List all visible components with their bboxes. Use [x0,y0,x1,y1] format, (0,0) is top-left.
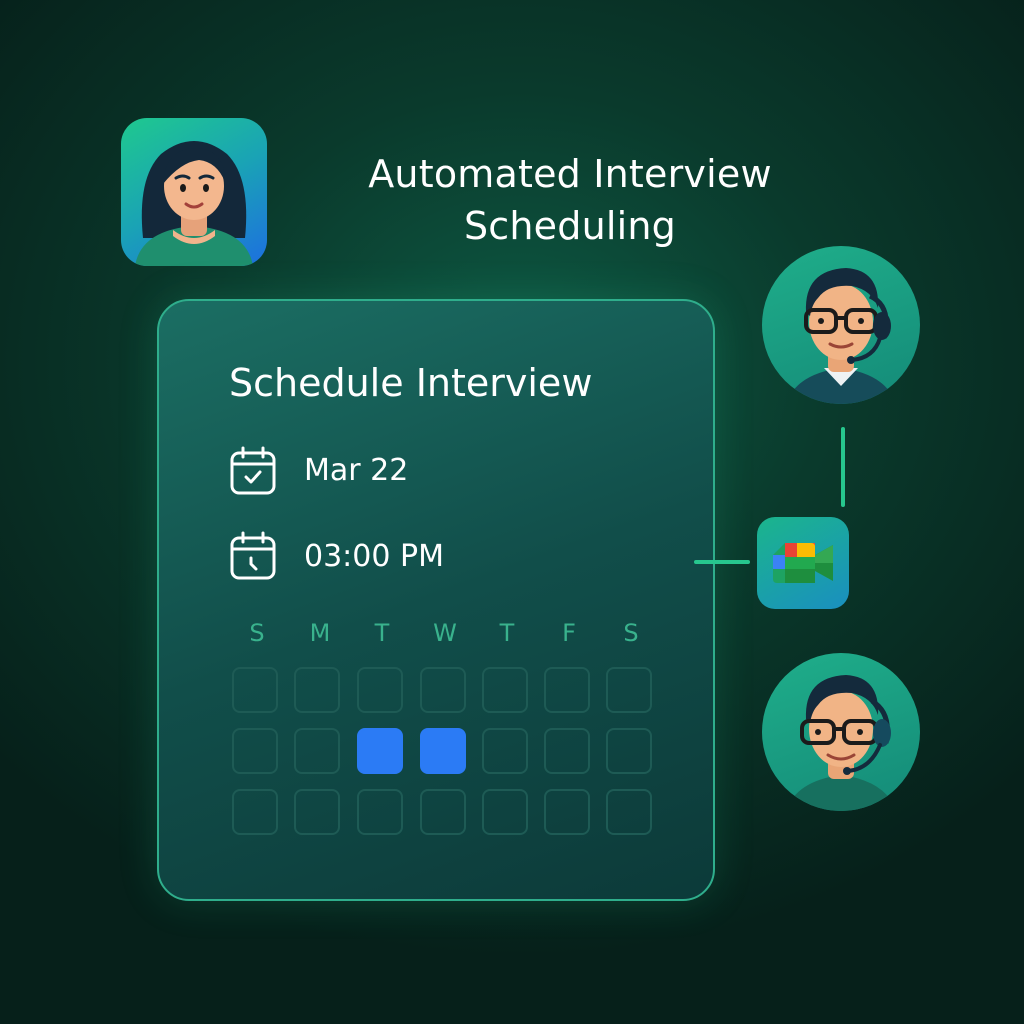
calendar-cell[interactable] [232,728,278,774]
calendar-cell[interactable] [482,789,528,835]
calendar-cell[interactable] [544,728,590,774]
candidate-avatar [121,118,267,266]
calendar-cell[interactable] [606,728,652,774]
google-meet-icon[interactable] [757,517,849,609]
calendar-clock-icon [230,531,276,580]
calendar-cell[interactable] [544,667,590,713]
interviewer-avatar-1 [762,246,920,404]
calendar-cell[interactable] [232,789,278,835]
calendar-cell-selected[interactable] [357,728,403,774]
interview-time: 03:00 PM [304,539,444,574]
weekday-sun: S [249,619,265,647]
card-title: Schedule Interview [229,361,593,405]
calendar-cell-selected[interactable] [420,728,466,774]
calendar-cell[interactable] [482,667,528,713]
schedule-interview-card: Schedule Interview Mar 22 03:00 PM S M T… [157,299,715,901]
video-camera-icon [773,543,833,583]
connector-horizontal [694,560,750,564]
headline-line-2: Scheduling [463,204,676,248]
weekday-fri: F [562,619,576,647]
calendar-cell[interactable] [606,789,652,835]
date-row[interactable] [229,446,277,500]
calendar-cell[interactable] [357,789,403,835]
interviewer-avatar-2 [762,653,920,811]
calendar-cell[interactable] [544,789,590,835]
calendar-cell[interactable] [232,667,278,713]
calendar-check-icon [230,446,276,495]
calendar-cell[interactable] [606,667,652,713]
weekday-sat: S [623,619,639,647]
headline-line-1: Automated Interview [368,152,772,196]
calendar-cell[interactable] [294,667,340,713]
headline: Automated Interview Scheduling [300,148,840,252]
weekday-mon: M [309,619,331,647]
calendar-cell[interactable] [357,667,403,713]
time-row[interactable] [229,531,277,585]
weekday-wed: W [433,619,457,647]
weekday-thu: T [499,619,515,647]
weekday-tue: T [374,619,390,647]
calendar-cell[interactable] [294,728,340,774]
calendar-cell[interactable] [294,789,340,835]
connector-vertical [841,427,845,507]
interview-date: Mar 22 [304,453,409,488]
calendar-cell[interactable] [482,728,528,774]
calendar-cell[interactable] [420,789,466,835]
calendar-cell[interactable] [420,667,466,713]
